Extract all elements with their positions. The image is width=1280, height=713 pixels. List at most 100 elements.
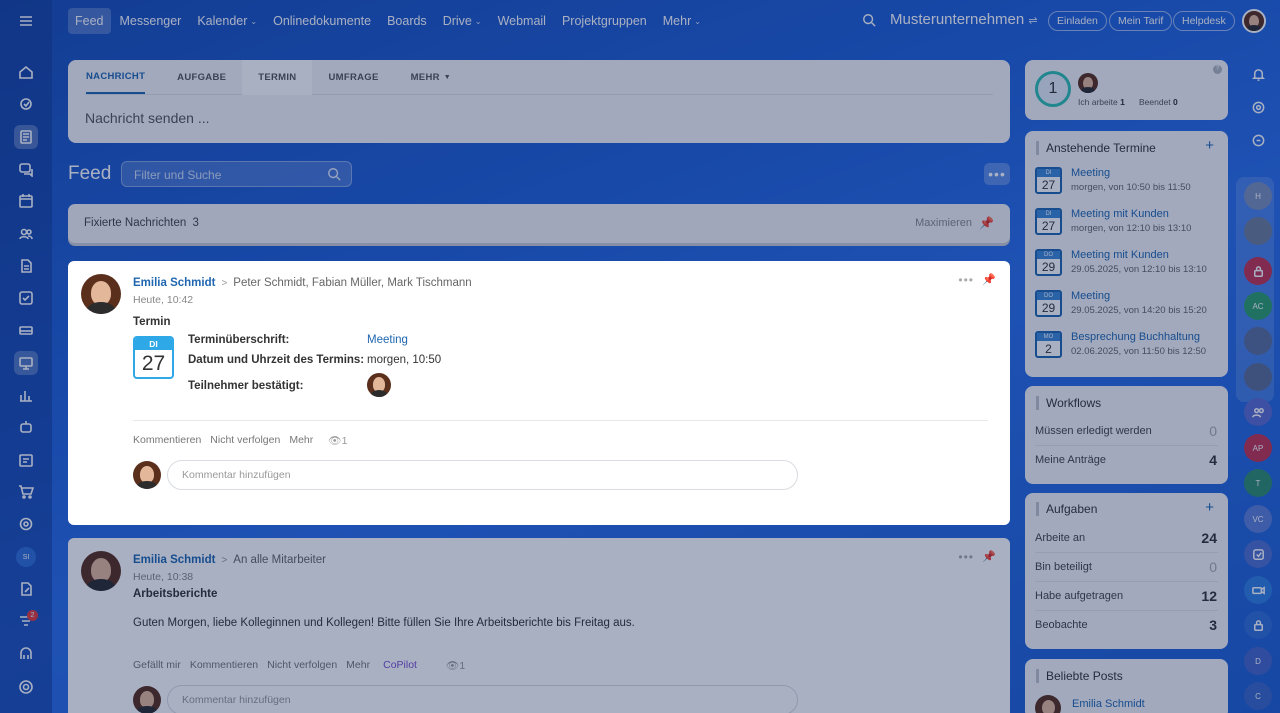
worker-avatar[interactable] [1078, 73, 1098, 93]
tab-umfrage[interactable]: UMFRAGE [312, 60, 394, 94]
nav-boards[interactable]: Boards [380, 8, 434, 34]
nav-kalender[interactable]: Kalender ⌄ [190, 8, 264, 34]
contact-avatar-2[interactable] [1244, 327, 1272, 355]
comment-link[interactable]: Kommentieren [190, 659, 258, 672]
chart-icon[interactable] [14, 383, 38, 407]
helpdesk-button[interactable]: Helpdesk [1173, 11, 1235, 31]
tab-mehr[interactable]: MEHR ▼ [395, 60, 467, 94]
contact-avatar[interactable] [1244, 217, 1272, 245]
comment-input[interactable]: Kommentar hinzufügen [167, 685, 798, 713]
company-name[interactable]: Musterunternehmen ⇌ [890, 11, 1038, 28]
unfollow-link[interactable]: Nicht verfolgen [267, 659, 337, 672]
event-title[interactable]: Meeting mit Kunden [1071, 249, 1169, 261]
contact-avatar-3[interactable] [1244, 363, 1272, 391]
participant-avatar[interactable] [367, 373, 391, 397]
checkbox-icon[interactable] [14, 286, 38, 310]
more-link[interactable]: Mehr [346, 659, 370, 672]
task-row-assigned[interactable]: Habe aufgetragen 12 [1035, 588, 1217, 604]
workflow-row-todo[interactable]: Müssen erledigt werden 0 [1035, 423, 1217, 439]
message-input[interactable]: Nachricht senden ... [85, 110, 210, 126]
add-task-icon[interactable]: + [1205, 499, 1214, 516]
comment-input[interactable]: Kommentar hinzufügen [167, 460, 798, 490]
like-link[interactable]: Gefällt mir [133, 659, 181, 672]
nav-drive[interactable]: Drive ⌄ [436, 8, 489, 34]
contact-t[interactable]: T [1244, 469, 1272, 497]
tab-aufgabe[interactable]: AUFGABE [161, 60, 242, 94]
calendar-icon[interactable] [14, 189, 38, 213]
author-name[interactable]: Emilia Schmidt [133, 277, 215, 289]
board-icon[interactable] [14, 351, 38, 375]
lock-icon[interactable] [1244, 611, 1272, 639]
pinned-messages-bar[interactable]: Fixierte Nachrichten 3 Maximieren 📌 [68, 204, 1010, 243]
popular-author-name[interactable]: Emilia Schmidt [1072, 698, 1145, 710]
si-avatar[interactable]: SI [16, 547, 36, 567]
feed-icon[interactable] [14, 125, 38, 149]
author-avatar[interactable] [81, 274, 121, 314]
group-icon[interactable] [1244, 398, 1272, 426]
nav-feed[interactable]: Feed [68, 8, 111, 34]
nav-mehr[interactable]: Mehr ⌄ [656, 8, 708, 34]
nav-webmail[interactable]: Webmail [491, 8, 553, 34]
event-item[interactable]: DI 27 Meeting morgen, von 10:50 bis 11:50 [1035, 167, 1225, 197]
feed-menu-button[interactable]: ••• [984, 163, 1010, 185]
post-time[interactable]: Heute, 10:42 [133, 294, 193, 306]
task-chat-icon[interactable] [1244, 540, 1272, 568]
event-item[interactable]: MO 2 Besprechung Buchhaltung 02.06.2025, vo… [1035, 331, 1225, 361]
home-icon[interactable] [14, 60, 38, 84]
document-icon[interactable] [14, 254, 38, 278]
pin-icon[interactable]: 📌 [982, 273, 996, 286]
pin-icon[interactable]: 📌 [979, 216, 994, 230]
popular-author-avatar[interactable] [1035, 695, 1061, 713]
cart-icon[interactable] [14, 480, 38, 504]
users-icon[interactable] [14, 222, 38, 246]
chat-search-icon[interactable] [1244, 126, 1272, 154]
drive-icon[interactable] [14, 318, 38, 342]
contact-ac[interactable]: AC [1244, 292, 1272, 320]
filter-search-input[interactable]: Filter und Suche [121, 161, 352, 187]
more-link[interactable]: Mehr [289, 434, 313, 447]
tariff-button[interactable]: Mein Tarif [1109, 11, 1173, 31]
add-event-icon[interactable]: + [1205, 137, 1214, 154]
event-title[interactable]: Meeting mit Kunden [1071, 208, 1169, 220]
settings-icon[interactable] [14, 675, 38, 699]
worktime-ring[interactable]: 1 [1035, 71, 1071, 107]
bell-icon[interactable] [1244, 60, 1272, 88]
post-time[interactable]: Heute, 10:38 [133, 571, 193, 583]
nav-projektgruppen[interactable]: Projektgruppen [555, 8, 654, 34]
robot-icon[interactable] [14, 415, 38, 439]
planner-icon[interactable] [14, 448, 38, 472]
task-row-watching[interactable]: Beobachte 3 [1035, 617, 1217, 633]
nav-messenger[interactable]: Messenger [113, 8, 189, 34]
chat-icon[interactable] [14, 157, 38, 181]
target-icon[interactable] [14, 512, 38, 536]
pin-icon[interactable]: 📌 [982, 550, 996, 563]
copilot-icon[interactable] [1244, 93, 1272, 121]
contact-d[interactable]: D [1244, 647, 1272, 675]
search-icon[interactable] [862, 13, 876, 30]
tasks-icon[interactable] [14, 92, 38, 116]
post-menu-icon[interactable]: ••• [958, 273, 974, 287]
unfollow-link[interactable]: Nicht verfolgen [210, 434, 280, 447]
contact-ap[interactable]: AP [1244, 434, 1272, 462]
author-name[interactable]: Emilia Schmidt [133, 554, 215, 566]
video-icon[interactable] [1244, 576, 1272, 604]
post-menu-icon[interactable]: ••• [958, 550, 974, 564]
help-icon[interactable]: ? [1213, 65, 1222, 74]
contact-c[interactable]: C [1244, 682, 1272, 710]
doc-edit-icon[interactable] [14, 577, 38, 601]
event-title[interactable]: Meeting [1071, 290, 1110, 302]
event-title[interactable]: Besprechung Buchhaltung [1071, 331, 1200, 343]
tab-nachricht[interactable]: NACHRICHT [86, 60, 146, 94]
recipients[interactable]: An alle Mitarbeiter [233, 554, 326, 566]
event-item[interactable]: DO 29 Meeting mit Kunden 29.05.2025, von 12… [1035, 249, 1225, 279]
event-title[interactable]: Meeting [1071, 167, 1110, 179]
workflow-row-requests[interactable]: Meine Anträge 4 [1035, 452, 1217, 468]
tab-termin[interactable]: TERMIN [242, 60, 313, 95]
menu-icon[interactable] [14, 9, 38, 33]
task-row-working[interactable]: Arbeite an 24 [1035, 530, 1217, 546]
contact-h[interactable]: H [1244, 182, 1272, 210]
task-row-involved[interactable]: Bin beteiligt 0 [1035, 559, 1217, 575]
comment-link[interactable]: Kommentieren [133, 434, 201, 447]
author-avatar[interactable] [81, 551, 121, 591]
contact-vc[interactable]: VC [1244, 505, 1272, 533]
